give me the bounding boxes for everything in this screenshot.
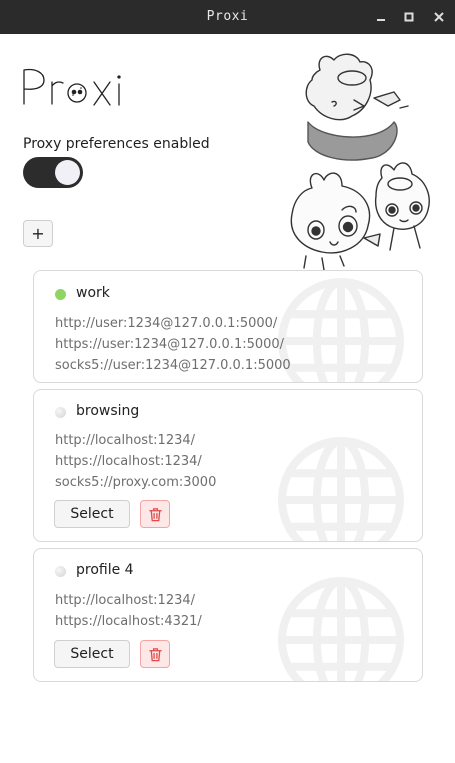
delete-profile-button[interactable]	[140, 640, 170, 668]
minimize-icon	[377, 19, 385, 21]
select-profile-button[interactable]: Select	[54, 500, 130, 528]
proxy-url-list: http://user:1234@127.0.0.1:5000/ https:/…	[55, 313, 291, 376]
proxy-url-list: http://localhost:1234/ https://localhost…	[55, 430, 216, 493]
proxy-preferences-toggle[interactable]	[23, 157, 83, 188]
proxy-preferences-label: Proxy preferences enabled	[23, 136, 210, 152]
globe-icon	[278, 278, 404, 382]
status-dot-inactive	[55, 407, 66, 418]
proxy-url-http: http://localhost:1234/	[55, 593, 196, 608]
status-dot-active	[55, 289, 66, 300]
close-button[interactable]	[429, 7, 449, 27]
maximize-button[interactable]	[399, 7, 419, 27]
trash-icon	[149, 508, 162, 522]
proxi-logo	[23, 68, 121, 106]
select-profile-button[interactable]: Select	[54, 640, 130, 668]
proxy-url-list: http://localhost:1234/ https://localhost…	[55, 590, 202, 632]
profile-card-browsing[interactable]: browsing http://localhost:1234/ https://…	[33, 389, 423, 542]
close-icon	[434, 12, 444, 22]
trash-icon	[149, 648, 162, 662]
globe-icon	[278, 577, 404, 681]
profile-card-work[interactable]: work http://user:1234@127.0.0.1:5000/ ht…	[33, 270, 423, 383]
title-bar: Proxi	[0, 0, 455, 34]
profile-name: profile 4	[76, 562, 134, 578]
proxy-url-socks5: socks5://proxy.com:3000	[55, 475, 217, 490]
proxy-url-socks5: socks5://user:1234@127.0.0.1:5000	[55, 358, 291, 373]
proxy-url-http: http://localhost:1234/	[55, 433, 196, 448]
globe-icon	[278, 437, 404, 541]
proxy-url-https: https://localhost:1234/	[55, 454, 202, 469]
delete-profile-button[interactable]	[140, 500, 170, 528]
proxy-url-https: https://localhost:4321/	[55, 614, 202, 629]
toggle-knob	[55, 160, 80, 185]
status-dot-inactive	[55, 566, 66, 577]
profile-name: work	[76, 285, 110, 301]
minimize-button[interactable]	[371, 7, 391, 27]
add-profile-button[interactable]: +	[23, 220, 53, 247]
bunny-mascot-illustration	[290, 53, 430, 271]
maximize-icon	[404, 12, 414, 22]
proxy-url-https: https://user:1234@127.0.0.1:5000/	[55, 337, 285, 352]
proxy-url-http: http://user:1234@127.0.0.1:5000/	[55, 316, 278, 331]
profile-name: browsing	[76, 403, 140, 419]
profile-card-profile-4[interactable]: profile 4 http://localhost:1234/ https:/…	[33, 548, 423, 682]
